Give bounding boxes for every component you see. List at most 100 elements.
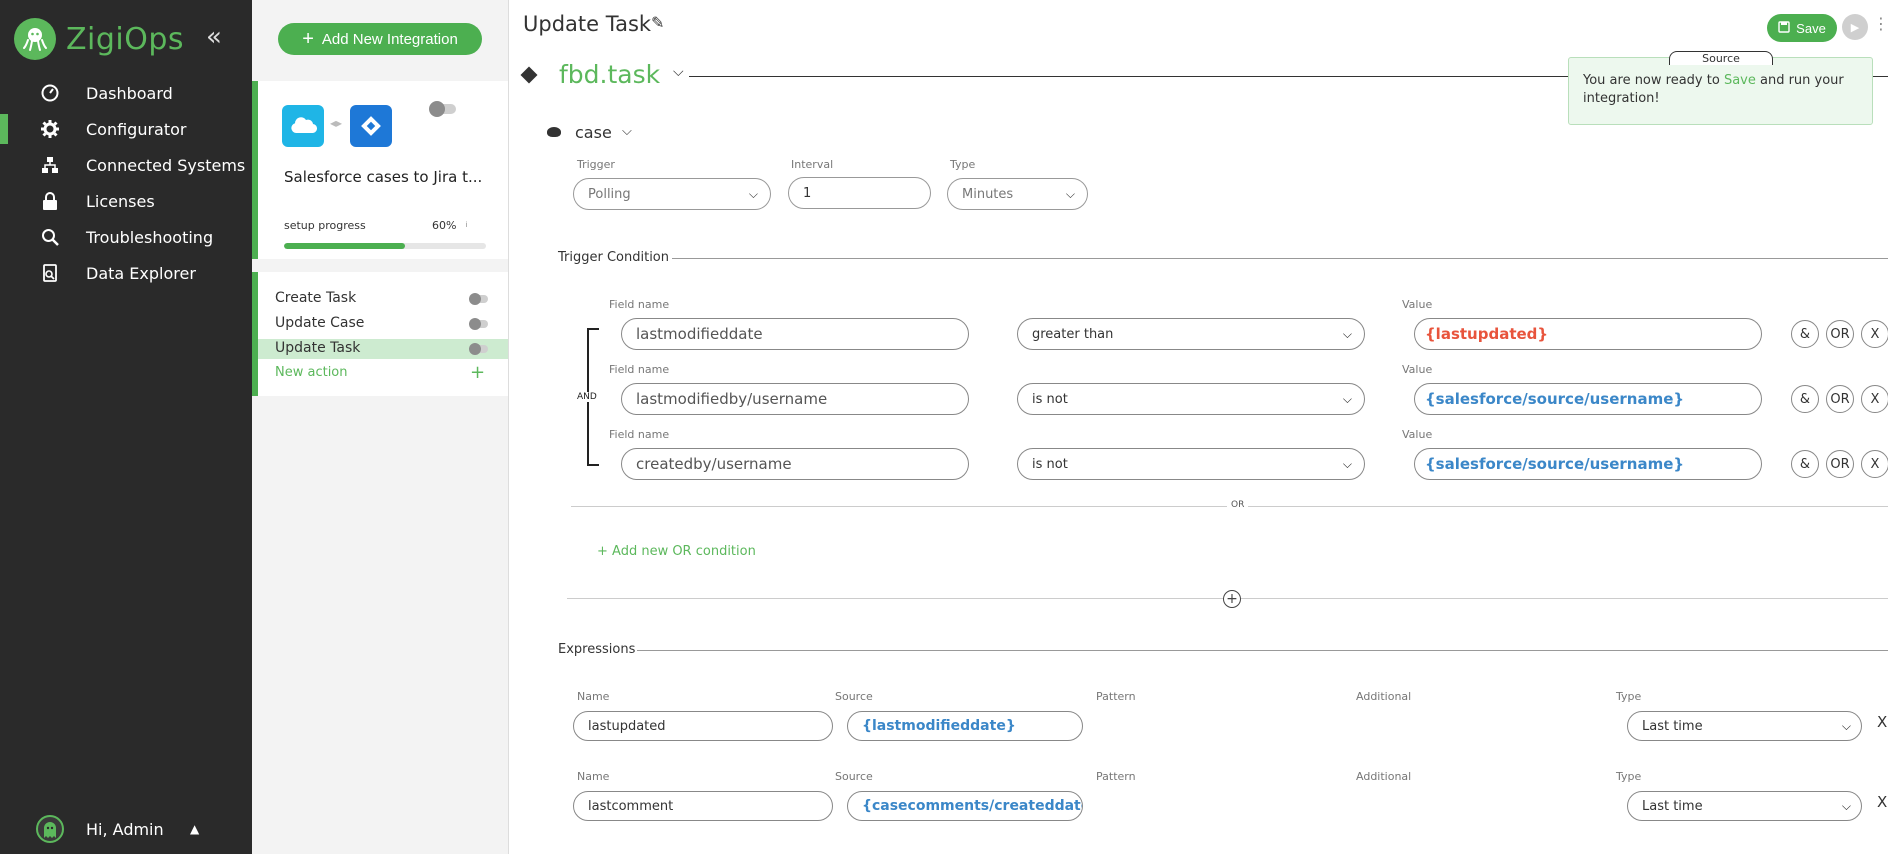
tooltip-text-start: You are now ready to xyxy=(1583,73,1724,88)
sidebar-item-dashboard[interactable]: Dashboard xyxy=(0,76,252,110)
caret-up-icon[interactable]: ▲ xyxy=(190,822,199,836)
remove-condition-button[interactable]: X xyxy=(1861,385,1888,413)
type-label: Type xyxy=(950,158,976,171)
interval-value: 1 xyxy=(803,185,812,201)
save-label: Save xyxy=(1796,20,1826,36)
pencil-icon[interactable]: ✎ xyxy=(651,13,664,32)
gear-icon xyxy=(40,119,60,139)
add-new-integration-button[interactable]: + Add New Integration xyxy=(278,23,482,55)
remove-condition-button[interactable]: X xyxy=(1861,450,1888,478)
sidebar-item-connected-systems[interactable]: Connected Systems xyxy=(0,148,252,182)
action-item-create-task[interactable]: Create Task xyxy=(258,289,508,309)
sidebar-item-licenses[interactable]: Licenses xyxy=(0,184,252,218)
expr-type-value: Last time xyxy=(1642,718,1703,734)
condition-operator-value: is not xyxy=(1032,391,1068,407)
collapse-sidebar-icon[interactable]: « xyxy=(206,22,222,52)
expr-name-label: Name xyxy=(577,690,610,703)
condition-operator-select[interactable]: greater than ⌵ xyxy=(1017,318,1365,350)
plus-icon: + xyxy=(302,28,314,50)
chevron-down-icon: ⌵ xyxy=(1342,327,1352,341)
expr-name-input[interactable]: lastupdated xyxy=(573,711,833,741)
expr-type-select[interactable]: Last time ⌵ xyxy=(1627,711,1862,741)
chevron-down-icon[interactable]: ⌵ xyxy=(622,124,632,139)
expr-type-value: Last time xyxy=(1642,798,1703,814)
app-logo[interactable]: ZigiOps xyxy=(14,18,184,60)
interval-input[interactable]: 1 xyxy=(788,177,931,209)
expr-source-value: {casecomments/createddate} xyxy=(862,798,1083,814)
sidebar-item-label: Troubleshooting xyxy=(86,227,214,247)
expr-source-input[interactable]: {lastmodifieddate} xyxy=(847,711,1083,741)
jira-logo-icon xyxy=(350,105,392,147)
action-label: Update Task xyxy=(275,340,361,356)
and-join-label: AND xyxy=(575,392,599,402)
main-content: Update Task ✎ Save ▶ ⋮ fbd.task ⌵ Source… xyxy=(508,0,1888,854)
save-button[interactable]: Save xyxy=(1767,14,1837,42)
trigger-label: Trigger xyxy=(577,158,615,171)
sidebar-item-troubleshooting[interactable]: Troubleshooting xyxy=(0,220,252,254)
condition-value-input[interactable]: {salesforce/source/username} xyxy=(1414,383,1762,415)
add-and-condition-button[interactable]: & xyxy=(1791,450,1819,478)
tooltip-save-link[interactable]: Save xyxy=(1724,73,1756,88)
expr-source-input[interactable]: {casecomments/createddate} xyxy=(847,791,1083,821)
user-greeting: Hi, Admin xyxy=(86,819,164,839)
sidebar-item-label: Dashboard xyxy=(86,83,173,103)
action-item-update-task[interactable]: Update Task xyxy=(258,339,508,359)
sidebar-item-configurator[interactable]: Configurator xyxy=(0,112,252,146)
run-button[interactable]: ▶ xyxy=(1842,14,1868,40)
remove-expression-button[interactable]: X xyxy=(1877,793,1887,811)
data-explorer-icon xyxy=(40,263,60,283)
action-label: Create Task xyxy=(275,290,357,306)
add-or-condition-link[interactable]: + Add new OR condition xyxy=(597,544,756,559)
condition-field-input[interactable]: lastmodifieddate xyxy=(621,318,969,350)
new-action-button[interactable]: New action + xyxy=(258,362,508,384)
setup-progress-label: setup progress xyxy=(284,219,366,232)
condition-operator-select[interactable]: is not ⌵ xyxy=(1017,448,1365,480)
value-label: Value xyxy=(1402,298,1433,311)
play-icon: ▶ xyxy=(1850,20,1860,34)
add-or-condition-button[interactable]: OR xyxy=(1826,320,1854,348)
integration-card[interactable]: ◂▸ Salesforce cases to Jira t... setup p… xyxy=(252,81,508,259)
sidebar-item-data-explorer[interactable]: Data Explorer xyxy=(0,256,252,290)
integration-name: Salesforce cases to Jira t... xyxy=(284,168,483,186)
integration-enable-toggle[interactable] xyxy=(429,101,456,117)
chevron-down-icon[interactable]: ⌵ xyxy=(673,64,684,80)
add-and-condition-button[interactable]: & xyxy=(1791,385,1819,413)
more-options-icon[interactable]: ⋮ xyxy=(1873,14,1888,42)
toggle-knob xyxy=(469,293,481,305)
expr-type-select[interactable]: Last time ⌵ xyxy=(1627,791,1862,821)
expr-source-label: Source xyxy=(835,770,873,783)
condition-field-input[interactable]: createdby/username xyxy=(621,448,969,480)
condition-field-input[interactable]: lastmodifiedby/username xyxy=(621,383,969,415)
action-toggle[interactable] xyxy=(469,318,488,330)
add-or-condition-button[interactable]: OR xyxy=(1826,385,1854,413)
trigger-value: Polling xyxy=(588,186,631,202)
main-sidebar: ZigiOps « Dashboard Configurator Connect… xyxy=(0,0,252,854)
action-toggle[interactable] xyxy=(469,293,488,305)
toggle-knob xyxy=(429,101,445,117)
add-or-condition-button[interactable]: OR xyxy=(1826,450,1854,478)
info-icon[interactable]: i xyxy=(461,220,472,231)
trigger-select[interactable]: Polling ⌵ xyxy=(573,178,771,210)
action-item-update-case[interactable]: Update Case xyxy=(258,314,508,334)
add-new-integration-label: Add New Integration xyxy=(321,30,458,48)
condition-value-input[interactable]: {salesforce/source/username} xyxy=(1414,448,1762,480)
remove-expression-button[interactable]: X xyxy=(1877,713,1887,731)
user-menu[interactable]: Hi, Admin ▲ xyxy=(36,815,199,843)
interval-type-select[interactable]: Minutes ⌵ xyxy=(947,178,1088,210)
actions-list: Create Task Update Case Update Task New … xyxy=(252,272,508,396)
condition-field-value: lastmodifiedby/username xyxy=(636,390,828,408)
expr-name-input[interactable]: lastcomment xyxy=(573,791,833,821)
expr-name-label: Name xyxy=(577,770,610,783)
sidebar-item-label: Licenses xyxy=(86,191,155,211)
chevron-down-icon: ⌵ xyxy=(1841,719,1851,733)
sidebar-item-label: Configurator xyxy=(86,119,187,139)
add-and-condition-button[interactable]: & xyxy=(1791,320,1819,348)
remove-condition-button[interactable]: X xyxy=(1861,320,1888,348)
interval-type-value: Minutes xyxy=(962,186,1014,202)
expr-pattern-label: Pattern xyxy=(1096,690,1136,703)
diamond-icon xyxy=(520,66,538,84)
action-toggle[interactable] xyxy=(469,343,488,355)
add-condition-block-icon[interactable]: + xyxy=(1223,590,1241,608)
condition-value-input[interactable]: {lastupdated} xyxy=(1414,318,1762,350)
condition-operator-select[interactable]: is not ⌵ xyxy=(1017,383,1365,415)
